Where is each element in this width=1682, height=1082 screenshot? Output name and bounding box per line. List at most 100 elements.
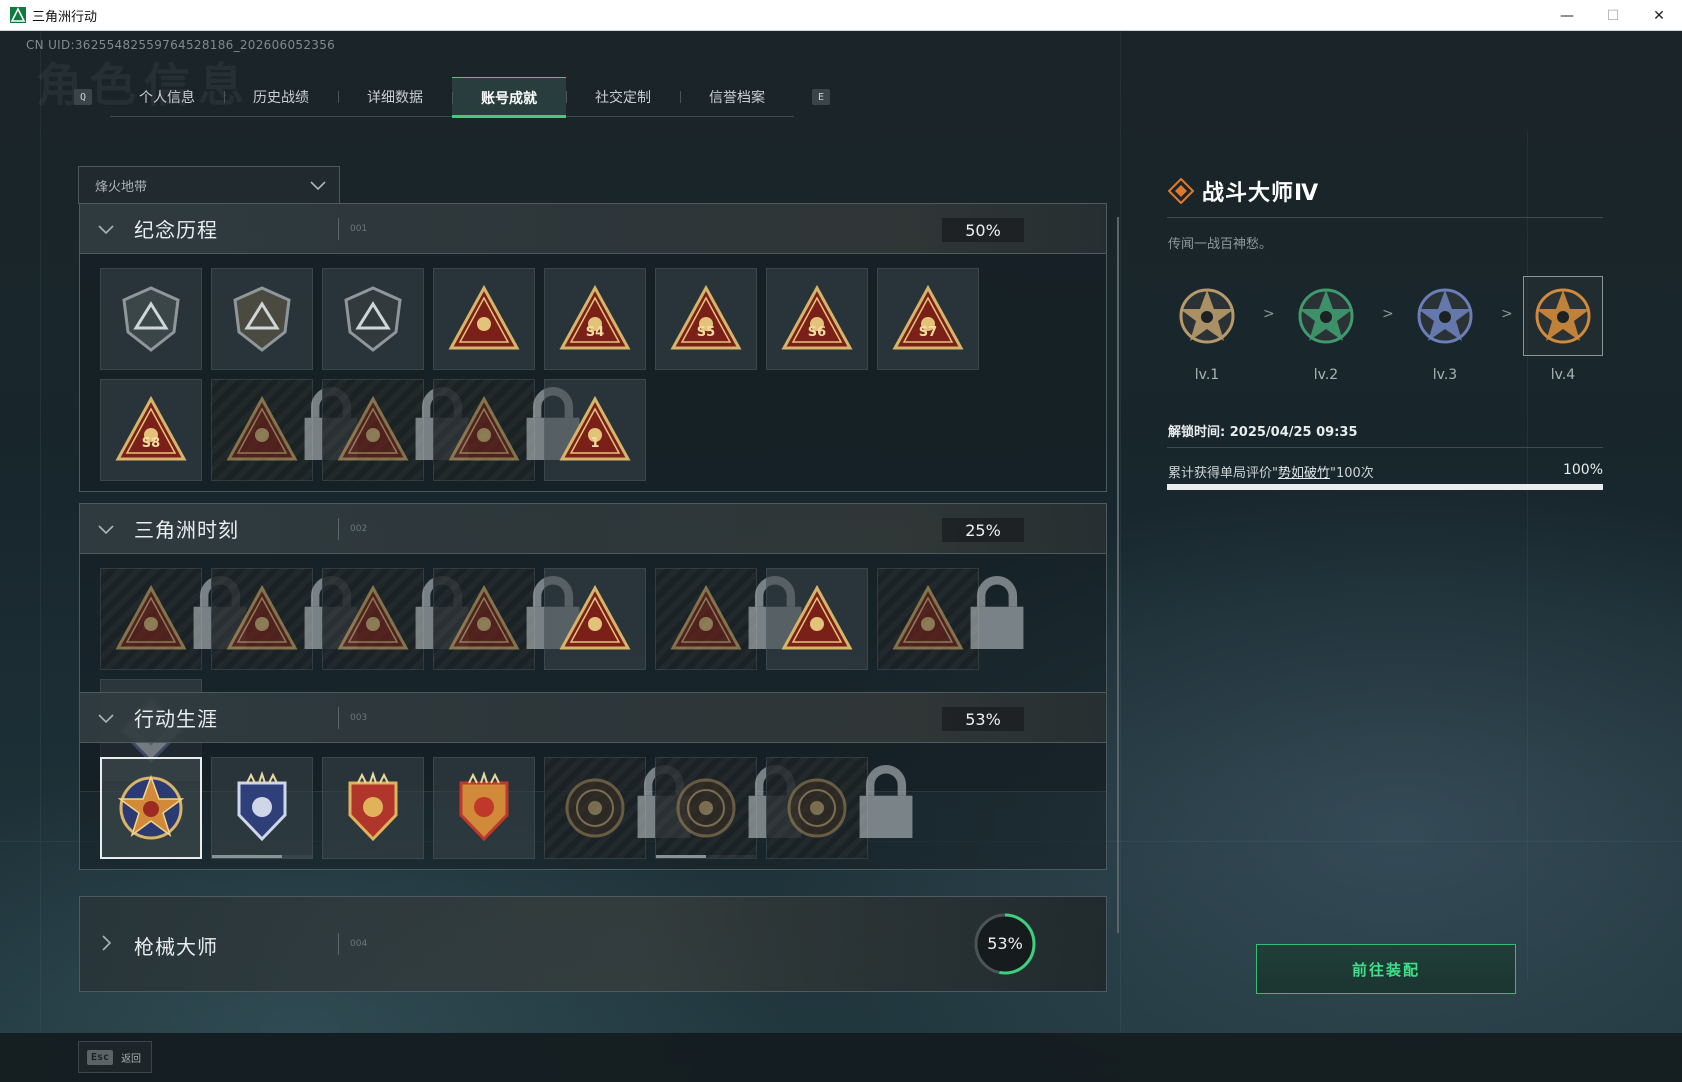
section-header[interactable]: 纪念历程 001 50% xyxy=(80,204,1106,254)
lock-icon xyxy=(294,386,358,460)
back-button[interactable]: Esc 返回 xyxy=(78,1041,152,1073)
lock-icon xyxy=(849,764,913,838)
achievement-badge[interactable]: S4 xyxy=(544,268,646,370)
lock-icon xyxy=(627,764,691,838)
level-badge[interactable] xyxy=(1405,276,1485,356)
chevron-right-icon: > xyxy=(1501,306,1513,322)
helmet-ring-badge-icon xyxy=(565,778,625,838)
achievement-badge[interactable] xyxy=(211,757,313,859)
achievement-badge[interactable] xyxy=(655,568,802,670)
achievement-badge[interactable] xyxy=(211,568,358,670)
lock-icon xyxy=(405,386,469,460)
achievement-badge[interactable] xyxy=(433,268,535,370)
level-star-icon xyxy=(1417,288,1473,344)
section-percent: 53% xyxy=(987,934,1023,953)
achievement-badge[interactable] xyxy=(433,757,535,859)
achievement-badge[interactable] xyxy=(655,757,802,859)
prev-tab-key[interactable]: Q xyxy=(74,89,92,105)
achievement-badge[interactable] xyxy=(433,379,580,481)
achievement-badge[interactable] xyxy=(322,268,424,370)
season-s8-badge-icon: S8 xyxy=(115,395,187,461)
badge-grid: S4 S5 S6 S7 S8 1 xyxy=(80,254,1106,491)
combat-master-star-badge-icon xyxy=(117,774,185,840)
skull-ring-badge-icon xyxy=(676,778,736,838)
tank-badge-icon xyxy=(226,395,298,461)
diamond-icon xyxy=(1168,178,1194,204)
level-label: lv.4 xyxy=(1550,367,1576,383)
level-star-icon xyxy=(1298,288,1354,344)
level-label: lv.2 xyxy=(1313,367,1339,383)
red-gem-badge-icon xyxy=(459,771,509,842)
achievement-badge[interactable]: S5 xyxy=(655,268,757,370)
bottom-bar xyxy=(0,1033,1682,1082)
tab-history[interactable]: 历史战绩 xyxy=(224,77,338,117)
achievement-badge[interactable]: S6 xyxy=(766,268,868,370)
close-button[interactable]: ✕ xyxy=(1636,0,1682,31)
rocket-badge-icon xyxy=(781,584,853,650)
chevron-down-icon[interactable] xyxy=(96,708,116,728)
mode-select[interactable]: 烽火地带 xyxy=(78,166,340,204)
season-s7-badge-icon: S7 xyxy=(892,284,964,350)
tab-achievements[interactable]: 账号成就 xyxy=(452,77,566,118)
achievement-badge[interactable] xyxy=(100,268,202,370)
section-percent: 25% xyxy=(942,518,1024,542)
achievement-badge[interactable] xyxy=(544,757,691,859)
achievement-badge[interactable] xyxy=(322,757,424,859)
badge-grid xyxy=(80,743,1106,869)
lock-icon xyxy=(183,575,247,649)
level-badge[interactable] xyxy=(1286,276,1366,356)
chevron-down-icon[interactable] xyxy=(96,519,116,539)
section-header[interactable]: 三角洲时刻 002 25% xyxy=(80,504,1106,554)
lock-icon xyxy=(516,575,580,649)
badge-label: S6 xyxy=(808,325,826,340)
tab-detailed-data[interactable]: 详细数据 xyxy=(338,77,452,117)
dragon-badge-icon xyxy=(892,584,964,650)
badge-label: 1 xyxy=(590,436,599,451)
achievement-badge[interactable] xyxy=(766,757,913,859)
section-header[interactable]: 行动生涯 003 53% xyxy=(80,693,1106,743)
requirement-term[interactable]: 势如破竹 xyxy=(1278,466,1330,481)
achievement-badge[interactable] xyxy=(100,568,247,670)
achievement-badge[interactable] xyxy=(211,379,358,481)
achievement-badge[interactable] xyxy=(433,568,580,670)
achievement-badge[interactable] xyxy=(322,379,469,481)
achievement-badge[interactable]: 1 xyxy=(544,379,646,481)
achievement-badge[interactable]: S8 xyxy=(100,379,202,481)
operator-portrait-badge-icon xyxy=(337,395,409,461)
maximize-button[interactable]: ☐ xyxy=(1590,0,1636,31)
next-tab-key[interactable]: E xyxy=(812,89,830,105)
tab-credit[interactable]: 信誉档案 xyxy=(680,77,794,117)
achievement-badge[interactable] xyxy=(544,568,646,670)
blue-shield-badge-icon xyxy=(237,771,287,842)
section-title: 枪械大师 xyxy=(134,935,218,959)
achievement-badge[interactable]: S7 xyxy=(877,268,979,370)
achievement-badge[interactable] xyxy=(211,268,313,370)
lock-icon xyxy=(738,764,802,838)
equip-button[interactable]: 前往装配 xyxy=(1256,944,1516,994)
level-label: lv.1 xyxy=(1194,367,1220,383)
section-weapon-master[interactable]: 枪械大师 004 53% xyxy=(79,896,1107,992)
esc-key: Esc xyxy=(87,1049,114,1065)
chevron-down-icon[interactable] xyxy=(96,219,116,239)
squad-badge-icon xyxy=(670,584,742,650)
scrollbar[interactable] xyxy=(1117,217,1119,933)
achievement-badge[interactable] xyxy=(877,568,1024,670)
section-title: 三角洲时刻 xyxy=(134,518,239,542)
tab-personal-info[interactable]: 个人信息 xyxy=(110,77,224,117)
section-index: 002 xyxy=(350,523,368,534)
tab-social[interactable]: 社交定制 xyxy=(566,77,680,117)
chevron-right-icon[interactable] xyxy=(96,933,116,953)
achievement-badge[interactable] xyxy=(766,568,868,670)
user-uid: CN UID:3625548255976452818​6_20260605235… xyxy=(26,38,336,52)
armor-badge-icon xyxy=(226,584,298,650)
level-badge[interactable] xyxy=(1523,276,1603,356)
eye-ring-badge-icon xyxy=(787,778,847,838)
achievement-badge[interactable] xyxy=(322,568,469,670)
minimize-button[interactable]: — xyxy=(1544,0,1590,31)
runner-badge-icon xyxy=(337,584,409,650)
lock-icon xyxy=(516,386,580,460)
gear-badge-icon xyxy=(448,584,520,650)
badge-progress-bar xyxy=(656,855,756,858)
level-badge[interactable] xyxy=(1167,276,1247,356)
achievement-badge[interactable] xyxy=(100,757,202,859)
